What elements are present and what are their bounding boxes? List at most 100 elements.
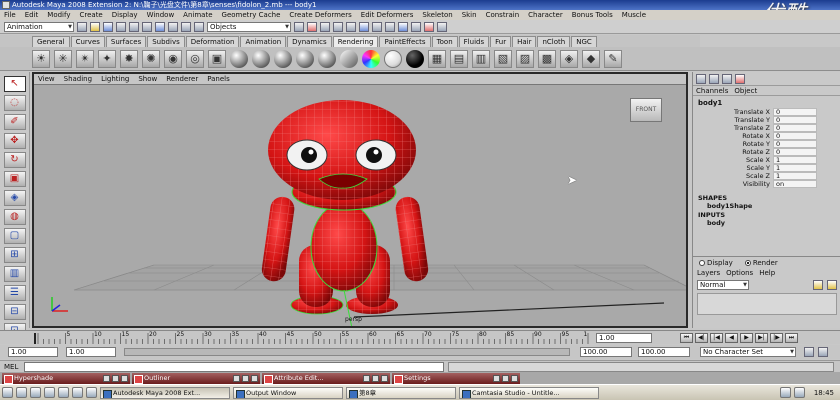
paint-select-icon[interactable]: ✐ xyxy=(3,114,26,130)
quicklaunch-icon-5[interactable] xyxy=(58,387,69,398)
auto-key-icon[interactable] xyxy=(804,347,814,357)
viewport-menu-panels[interactable]: Panels xyxy=(207,75,230,83)
menu-constrain[interactable]: Constrain xyxy=(486,11,520,19)
radio-render-dot[interactable] xyxy=(744,260,751,266)
radio-display-dot[interactable] xyxy=(699,260,705,266)
shelf-tab-fluids[interactable]: Fluids xyxy=(458,36,490,47)
layer-editor-toggle-icon[interactable] xyxy=(735,73,745,84)
select-object-icon[interactable] xyxy=(129,21,139,32)
menu-file[interactable]: File xyxy=(4,11,16,19)
layout-outliner-icon[interactable]: ☰ xyxy=(3,285,26,301)
minimized-attribute-editor[interactable]: Attribute Edit... xyxy=(262,372,390,384)
open-scene-icon[interactable] xyxy=(90,21,100,32)
layer-menu-help[interactable]: Help xyxy=(759,269,775,277)
area-light-icon[interactable]: ✸ xyxy=(120,49,138,68)
current-frame-field[interactable]: 1.00 xyxy=(596,333,652,343)
point-light-icon[interactable]: ✴ xyxy=(76,49,94,68)
camera-icon[interactable]: ◉ xyxy=(164,49,182,68)
menu-skin[interactable]: Skin xyxy=(462,11,477,19)
render-layer-icon[interactable]: ▩ xyxy=(538,49,556,68)
phong-material-icon[interactable] xyxy=(274,49,292,68)
attribute-editor-toggle-icon[interactable] xyxy=(709,73,719,84)
layered-shader-icon[interactable] xyxy=(362,49,380,68)
task-camtasia[interactable]: Camtasia Studio - Untitle... xyxy=(459,386,599,399)
shelf-tab-surfaces[interactable]: Surfaces xyxy=(105,36,147,47)
toggle-icon-f[interactable] xyxy=(437,21,447,32)
restore-icon[interactable] xyxy=(103,374,110,382)
scale-tool-icon[interactable]: ▣ xyxy=(3,171,26,187)
toggle-icon-c[interactable] xyxy=(398,21,408,32)
shelf-tab-toon[interactable]: Toon xyxy=(431,36,458,47)
blinn-material-icon[interactable] xyxy=(252,49,270,68)
channel-row[interactable]: Translate Z0 xyxy=(693,124,840,132)
help-icon[interactable] xyxy=(359,21,369,32)
channel-value[interactable]: 0 xyxy=(773,108,817,116)
channel-row[interactable]: Translate Y0 xyxy=(693,116,840,124)
menu-set-dropdown[interactable]: Animation xyxy=(4,21,74,32)
menu-create-deformers[interactable]: Create Deformers xyxy=(289,11,351,19)
texture-checker-icon[interactable]: ▦ xyxy=(428,49,446,68)
shelf-tab-animation[interactable]: Animation xyxy=(240,36,287,47)
shelf-tab-hair[interactable]: Hair xyxy=(512,36,537,47)
mel-input[interactable] xyxy=(24,362,444,372)
menu-muscle[interactable]: Muscle xyxy=(622,11,646,19)
input-node-item[interactable]: body xyxy=(693,219,840,227)
channel-value[interactable]: 0 xyxy=(773,132,817,140)
range-slider-track[interactable] xyxy=(124,348,570,356)
channel-value[interactable]: on xyxy=(773,180,817,188)
shelf-tab-deformation[interactable]: Deformation xyxy=(185,36,240,47)
play-backwards-icon[interactable]: ◀ xyxy=(725,333,738,343)
current-time-marker[interactable] xyxy=(34,333,36,344)
ramp-shader-icon[interactable] xyxy=(340,49,358,68)
phonge-material-icon[interactable] xyxy=(296,49,314,68)
task-folder[interactable]: 第8章 xyxy=(346,386,456,399)
shelf-extra-icon[interactable]: ✎ xyxy=(604,49,622,68)
channel-row[interactable]: Rotate Y0 xyxy=(693,140,840,148)
layer-blend-mode-dropdown[interactable]: Normal xyxy=(697,280,749,290)
toggle-icon-d[interactable] xyxy=(411,21,421,32)
channel-value[interactable]: 1 xyxy=(773,156,817,164)
quicklaunch-icon-2[interactable] xyxy=(16,387,27,398)
character-set-dropdown[interactable]: No Character Set xyxy=(700,347,796,357)
spot-light-icon[interactable]: ✦ xyxy=(98,49,116,68)
texture-ramp-icon[interactable]: ▤ xyxy=(450,49,468,68)
close-icon[interactable] xyxy=(121,374,128,382)
range-inner-end-field[interactable]: 100.00 xyxy=(580,347,632,357)
shelf-tab-curves[interactable]: Curves xyxy=(70,36,105,47)
task-maya[interactable]: Autodesk Maya 2008 Ext... xyxy=(100,386,230,399)
mental-ray-icon[interactable]: ◆ xyxy=(582,49,600,68)
soft-mod-icon[interactable]: ◍ xyxy=(3,209,26,225)
quicklaunch-icon-3[interactable] xyxy=(30,387,41,398)
range-start-field[interactable]: 1.00 xyxy=(8,347,58,357)
tray-icon-1[interactable] xyxy=(779,387,791,398)
render-settings-icon[interactable] xyxy=(333,21,343,32)
lasso-tool-icon[interactable]: ◌ xyxy=(3,95,26,111)
anisotropic-material-icon[interactable] xyxy=(318,49,336,68)
viewport-menu-renderer[interactable]: Renderer xyxy=(166,75,198,83)
new-layer-selected-icon[interactable] xyxy=(827,280,837,290)
range-end-field[interactable]: 100.00 xyxy=(638,347,690,357)
go-to-start-icon[interactable]: ⏮ xyxy=(680,333,693,343)
toggle-icon-b[interactable] xyxy=(385,21,395,32)
menu-edit-deformers[interactable]: Edit Deformers xyxy=(361,11,414,19)
layer-menu-layers[interactable]: Layers xyxy=(697,269,720,277)
surface-shader-icon[interactable] xyxy=(384,49,402,68)
channel-row[interactable]: Visibility on xyxy=(693,180,840,188)
viewport-menu-lighting[interactable]: Lighting xyxy=(101,75,129,83)
layout-side-icon[interactable]: ▥ xyxy=(3,266,26,282)
quicklaunch-icon-6[interactable] xyxy=(72,387,83,398)
select-component-icon[interactable] xyxy=(142,21,152,32)
new-scene-icon[interactable] xyxy=(77,21,87,32)
maximize-icon[interactable] xyxy=(502,374,509,382)
channel-value[interactable]: 1 xyxy=(773,172,817,180)
maximize-icon[interactable] xyxy=(372,374,379,382)
step-back-frame-icon[interactable]: ◀| xyxy=(695,333,708,343)
close-icon[interactable] xyxy=(251,374,258,382)
sun-light-icon[interactable]: ☀ xyxy=(32,49,50,68)
channel-box-menu-object[interactable]: Object xyxy=(734,86,757,95)
go-to-end-icon[interactable]: ⏭ xyxy=(785,333,798,343)
selection-field[interactable]: Objects xyxy=(207,21,291,32)
menu-display[interactable]: Display xyxy=(112,11,138,19)
channel-value[interactable]: 1 xyxy=(773,164,817,172)
minimized-settings[interactable]: Settings xyxy=(392,372,520,384)
